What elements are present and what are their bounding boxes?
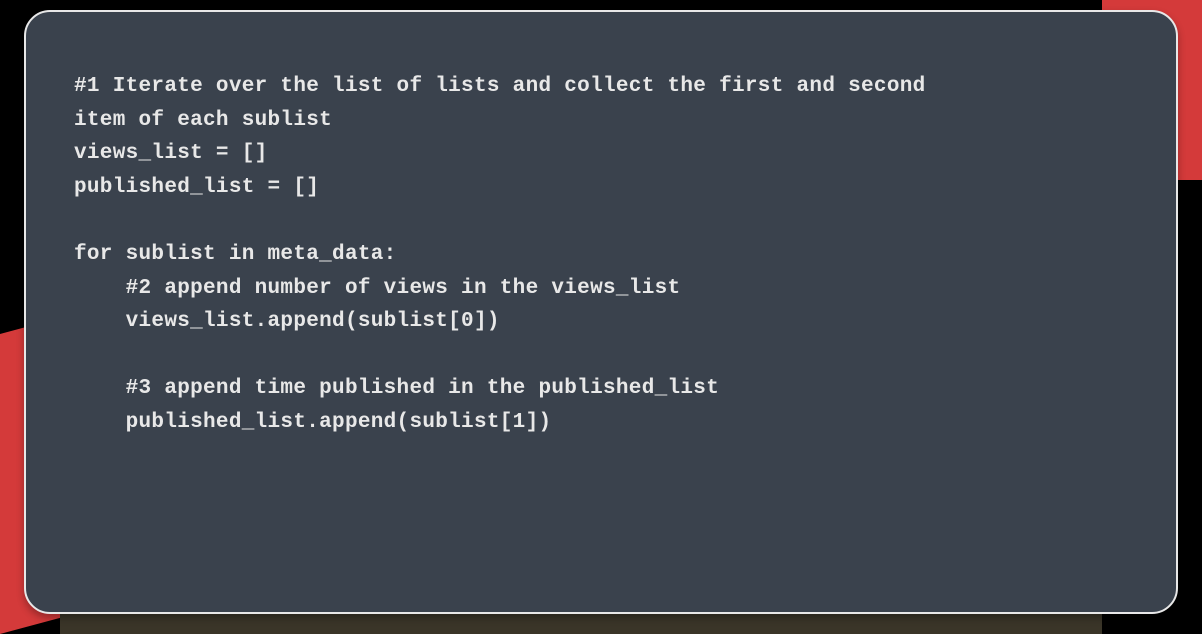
code-line-10: #3 append time published in the publishe… [74,377,719,400]
code-line-1: #1 Iterate over the list of lists and co… [74,75,926,98]
code-line-6: for sublist in meta_data: [74,243,397,266]
code-snippet-card: #1 Iterate over the list of lists and co… [24,10,1178,614]
code-line-7: #2 append number of views in the views_l… [74,277,680,300]
code-line-8: views_list.append(sublist[0]) [74,310,500,333]
code-line-4: published_list = [] [74,176,319,199]
code-line-3: views_list = [] [74,142,268,165]
code-content-block: #1 Iterate over the list of lists and co… [74,70,1128,440]
code-line-11: published_list.append(sublist[1]) [74,411,551,434]
code-line-2: item of each sublist [74,109,332,132]
